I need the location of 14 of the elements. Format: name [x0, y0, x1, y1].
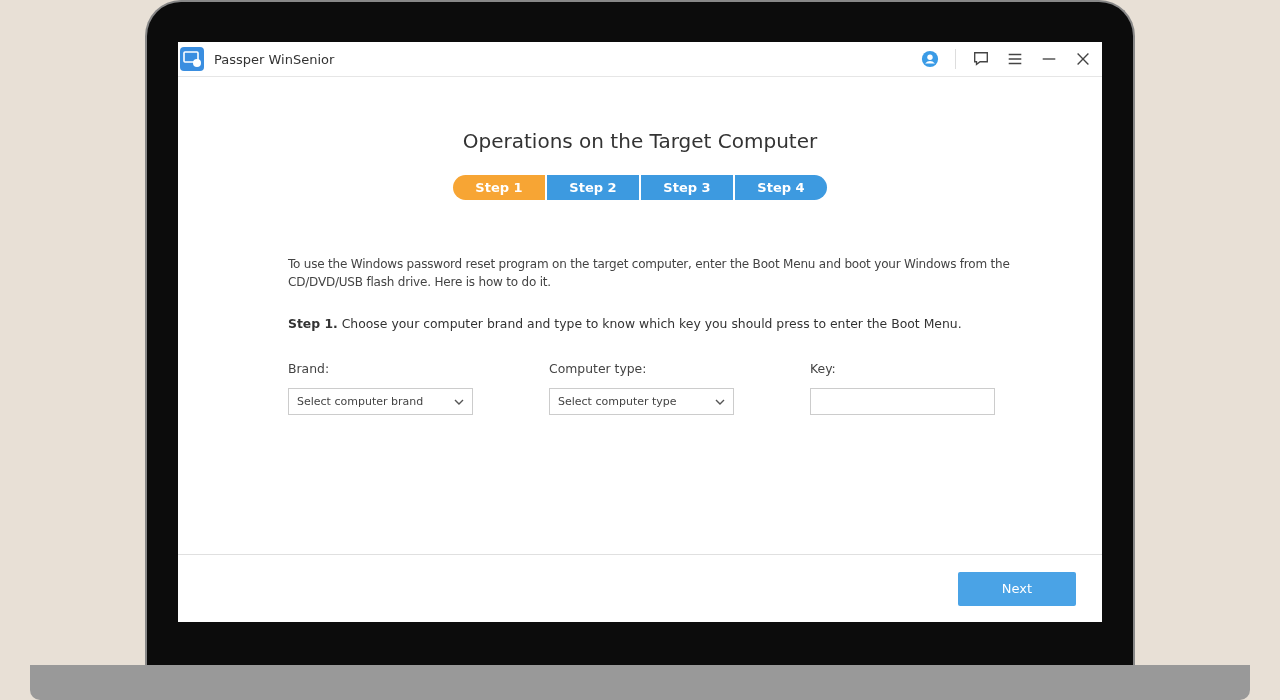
key-input-field[interactable]	[810, 388, 995, 415]
caret-icon	[715, 398, 725, 405]
window-title: Passper WinSenior	[214, 51, 335, 67]
field-label: Brand:	[288, 361, 331, 376]
intro-text: To use the Windows password reset program on the target computer, enter the Boot Menu and boot your Windows from the CD/DVD/USB flash drive. Here is how to do it.	[288, 256, 1011, 291]
account-icon[interactable]	[921, 50, 939, 68]
page-heading: Operations on the Target Computer	[461, 129, 819, 153]
feedback-icon[interactable]	[972, 50, 990, 68]
dropdown-field[interactable]: Select computer type	[549, 388, 734, 415]
field-label: Computer type:	[549, 361, 648, 376]
field-label: Key:	[810, 361, 837, 376]
dropdown-field[interactable]: Select computer brand	[288, 388, 473, 415]
instruction-text: Step 1. Choose your computer brand and type to know which key you should press to enter the Boot Menu.	[288, 316, 963, 331]
caret-icon	[454, 398, 464, 405]
